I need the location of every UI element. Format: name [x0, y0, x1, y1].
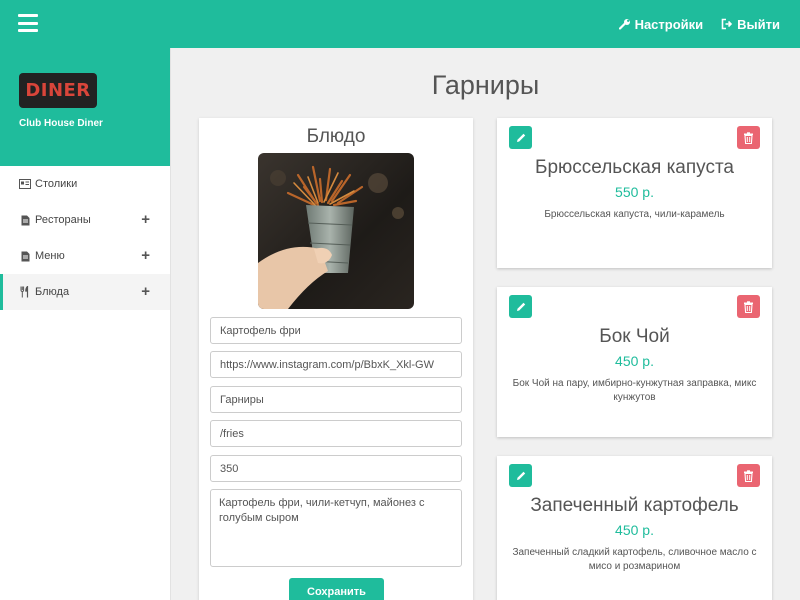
- category-field[interactable]: [210, 386, 462, 413]
- expand-plus-icon[interactable]: +: [141, 211, 150, 228]
- dish-name-field[interactable]: [210, 317, 462, 344]
- document-icon: [19, 250, 31, 262]
- delete-button[interactable]: [737, 464, 760, 487]
- logout-label: Выйти: [737, 16, 780, 32]
- slug-field[interactable]: [210, 420, 462, 447]
- top-actions: Настройки Выйти: [618, 0, 780, 48]
- trash-icon: [744, 131, 753, 144]
- dish-price: 450 р.: [615, 353, 654, 369]
- description-field[interactable]: Картофель фри, чили-кетчуп, майонез с го…: [210, 489, 462, 567]
- edit-button[interactable]: [509, 464, 532, 487]
- dish-photo: [258, 153, 414, 309]
- dish-description: Брюссельская капуста, чили-карамель: [544, 209, 725, 220]
- image-url-field[interactable]: [210, 351, 462, 378]
- logout-icon: [721, 18, 733, 30]
- brand-name: Club House Diner: [19, 118, 103, 129]
- trash-icon: [744, 469, 753, 482]
- trash-icon: [744, 300, 753, 313]
- dish-card: Брюссельская капуста 550 р. Брюссельская…: [497, 118, 772, 268]
- form-title: Блюдо: [306, 126, 366, 147]
- page-title: Гарниры: [431, 70, 540, 100]
- settings-label: Настройки: [634, 16, 704, 32]
- pencil-icon: [516, 133, 525, 142]
- pencil-icon: [516, 302, 525, 311]
- top-navbar: Настройки Выйти: [0, 0, 800, 48]
- dish-description: Бок Чой на пару, имбирно-кунжутная запра…: [512, 378, 757, 403]
- edit-button[interactable]: [509, 126, 532, 149]
- document-icon: [19, 214, 31, 226]
- sidebar-item-dishes[interactable]: Блюда +: [0, 274, 170, 310]
- sidebar-item-label: Меню: [35, 250, 65, 262]
- sidebar-item-label: Блюда: [35, 286, 70, 298]
- delete-button[interactable]: [737, 295, 760, 318]
- delete-button[interactable]: [737, 126, 760, 149]
- sidebar-item-label: Столики: [35, 178, 78, 190]
- save-button[interactable]: Сохранить: [289, 578, 384, 600]
- expand-plus-icon[interactable]: +: [141, 247, 150, 264]
- dish-name: Брюссельская капуста: [535, 157, 734, 178]
- sidebar-item-menu[interactable]: Меню +: [0, 238, 170, 274]
- logout-link[interactable]: Выйти: [721, 17, 780, 32]
- dish-price: 550 р.: [615, 184, 654, 200]
- dish-card: Запеченный картофель 450 р. Запеченный с…: [497, 456, 772, 600]
- brand-panel: DINER Club House Diner: [0, 48, 170, 166]
- sidebar-item-tables[interactable]: Столики: [0, 166, 170, 202]
- dish-name: Бок Чой: [599, 326, 670, 347]
- hamburger-menu-icon[interactable]: [18, 14, 38, 32]
- dish-name: Запеченный картофель: [530, 495, 739, 516]
- sidebar: DINER Club House Diner Столики Рестораны…: [0, 48, 171, 600]
- logo-text: DINER: [25, 80, 91, 101]
- price-field[interactable]: [210, 455, 462, 482]
- dish-form-card: Блюдо Картофель фри https://www.instagra…: [199, 118, 473, 600]
- dish-card: Бок Чой 450 р. Бок Чой на пару, имбирно-…: [497, 287, 772, 437]
- pencil-icon: [516, 471, 525, 480]
- dish-price: 450 р.: [615, 522, 654, 538]
- dish-description: Запеченный сладкий картофель, сливочное …: [512, 547, 757, 572]
- wrench-icon: [618, 19, 630, 30]
- edit-button[interactable]: [509, 295, 532, 318]
- cutlery-icon: [19, 286, 31, 298]
- settings-link[interactable]: Настройки: [618, 16, 704, 32]
- diner-logo: DINER: [19, 73, 97, 108]
- sidebar-item-label: Рестораны: [35, 214, 91, 226]
- sidebar-item-restaurants[interactable]: Рестораны +: [0, 202, 170, 238]
- tables-icon: [19, 178, 31, 190]
- expand-plus-icon[interactable]: +: [141, 283, 150, 300]
